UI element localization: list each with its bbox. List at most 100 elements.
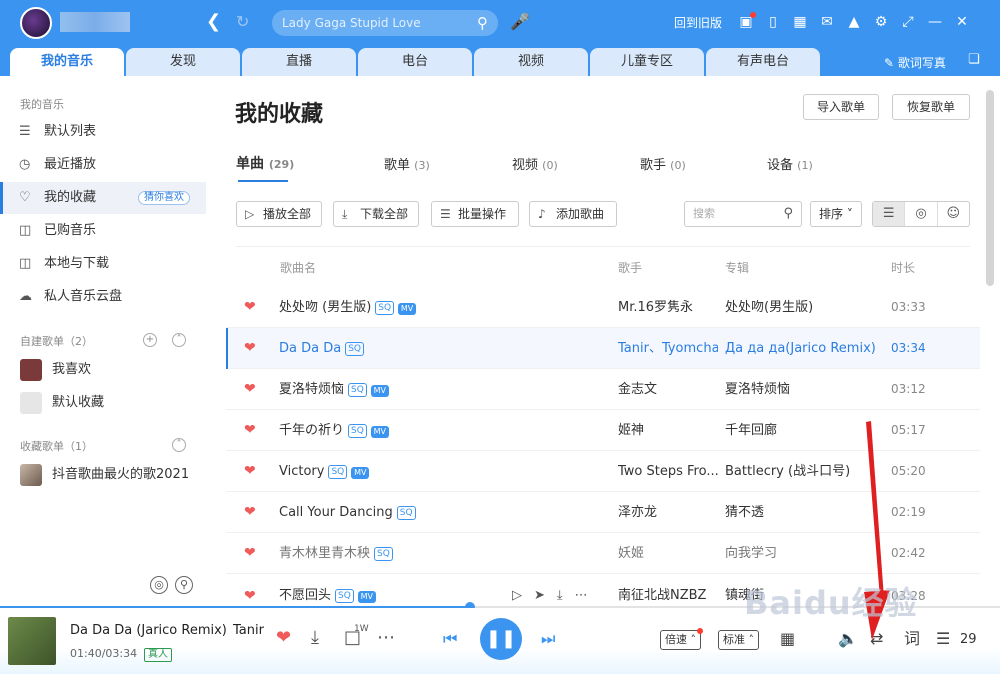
loop-icon[interactable]: ⇄ [870, 628, 883, 650]
mv-badge[interactable]: MV [370, 426, 389, 438]
column-song[interactable]: 歌曲名 [280, 259, 316, 276]
table-row-selected[interactable]: ❤ Da Da Da SQ Tanir、Tyomcha Да да да(Jari… [226, 328, 980, 369]
artist-view-icon[interactable]: ☺ [938, 202, 969, 226]
song-artist[interactable]: Mr.16罗隽永 [618, 287, 718, 328]
album-view-icon[interactable]: ◎ [905, 202, 938, 226]
song-title-cell[interactable]: 千年の祈り SQ MV [279, 410, 389, 451]
song-album[interactable]: 夏洛特烦恼 [725, 369, 875, 410]
close-icon[interactable]: ✕ [954, 12, 970, 32]
song-artist[interactable]: Two Steps Fro... [618, 451, 718, 492]
song-title-cell[interactable]: Da Da Da SQ [279, 328, 364, 369]
heart-icon[interactable]: ❤ [244, 492, 256, 533]
download-icon[interactable]: ⤓ [311, 626, 319, 650]
add-playlist-icon[interactable]: + [143, 333, 157, 347]
sidebar-item-cloud[interactable]: ☁ 私人音乐云盘 [0, 281, 206, 313]
tab-discover[interactable]: 发现 [126, 48, 240, 76]
search-box[interactable]: Lady Gaga Stupid Love ⚲ [272, 10, 498, 36]
song-album[interactable]: Да да да(Jarico Remix) [725, 328, 875, 369]
table-row[interactable]: ❤ 处处吻 (男生版) SQ MV Mr.16罗隽永 处处吻(男生版) 03:33 [226, 287, 980, 328]
collapse-icon[interactable]: ˄ [172, 333, 186, 347]
song-artist[interactable]: 泽亦龙 [618, 492, 718, 533]
sidebar-item-favorites[interactable]: ♡ 我的收藏 猜你喜欢 [0, 182, 206, 214]
tab-kids[interactable]: 儿童专区 [590, 48, 704, 76]
add-song-button[interactable]: ♪ 添加歌曲 [529, 201, 617, 227]
previous-icon[interactable]: ⏮ [443, 628, 457, 650]
search-input[interactable]: Lady Gaga Stupid Love [282, 16, 421, 30]
playlist-queue-icon[interactable]: ☰ [936, 628, 950, 650]
search-songs-icon[interactable]: ⚲ [175, 576, 193, 594]
skin-icon[interactable]: ▲ [846, 12, 862, 32]
scrollbar[interactable] [986, 90, 994, 286]
song-album[interactable]: 猜不透 [725, 492, 875, 533]
playlist-item-default-collect[interactable]: 默认收藏 [20, 390, 206, 416]
import-playlist-button[interactable]: 导入歌单 [803, 94, 879, 120]
heart-icon[interactable]: ❤ [244, 287, 256, 328]
column-artist[interactable]: 歌手 [618, 259, 642, 276]
tab-playlists[interactable]: 歌单 (3) [384, 154, 430, 173]
apps-icon[interactable]: ▦ [792, 12, 808, 32]
speed-button[interactable]: 倍速 ˄ [660, 628, 703, 650]
mini-mode-icon[interactable]: ⤢ [900, 12, 916, 32]
song-album[interactable]: 处处吻(男生版) [725, 287, 875, 328]
sidebar-item-local-download[interactable]: ◫ 本地与下载 [0, 248, 206, 280]
window-copy-icon[interactable]: ❏ [968, 52, 980, 67]
table-row[interactable]: ❤ 夏洛特烦恼 SQ MV 金志文 夏洛特烦恼 03:12 [226, 369, 980, 410]
mv-badge[interactable]: MV [351, 467, 370, 479]
sidebar-item-recent[interactable]: ◷ 最近播放 [0, 149, 206, 181]
song-title-cell[interactable]: Call Your Dancing SQ [279, 492, 416, 533]
tab-singers[interactable]: 歌手 (0) [640, 154, 686, 173]
song-artist[interactable]: Tanir、Tyomcha [618, 328, 718, 369]
guess-you-like-badge[interactable]: 猜你喜欢 [138, 191, 190, 205]
table-row[interactable]: ❤ Victory SQ MV Two Steps Fro... Battlecry… [226, 451, 980, 492]
lyrics-button[interactable]: 词 [904, 628, 920, 650]
sound-effect-icon[interactable]: ▦ [780, 628, 795, 650]
now-playing-title[interactable]: Da Da Da (Jarico Remix) [70, 623, 227, 638]
sidebar-item-purchased[interactable]: ◫ 已购音乐 [0, 215, 206, 247]
heart-icon[interactable]: ❤ [244, 369, 256, 410]
song-title-cell[interactable]: Victory SQ MV [279, 451, 370, 492]
song-album[interactable]: Battlecry (战斗口号) [725, 451, 875, 492]
download-all-button[interactable]: ⤓ 下载全部 [333, 201, 419, 227]
song-album[interactable]: 向我学习 [725, 533, 875, 574]
table-row[interactable]: ❤ 千年の祈り SQ MV 姬神 千年回廊 05:17 [226, 410, 980, 451]
lyrics-poster-button[interactable]: ✎ 歌词写真 [884, 54, 946, 71]
tab-singles[interactable]: 单曲 (29) [236, 153, 294, 173]
album-cover[interactable] [8, 617, 56, 665]
tab-my-music[interactable]: 我的音乐 [10, 48, 124, 76]
song-title-cell[interactable]: 处处吻 (男生版) SQ MV [279, 287, 417, 328]
tab-audiobook[interactable]: 有声电台 [706, 48, 820, 76]
tab-radio[interactable]: 电台 [358, 48, 472, 76]
more-icon[interactable]: ⋯ [377, 626, 395, 650]
tab-live[interactable]: 直播 [242, 48, 356, 76]
sidebar-item-default-list[interactable]: ☰ 默认列表 [0, 116, 206, 148]
tab-devices[interactable]: 设备 (1) [767, 154, 813, 173]
sort-dropdown[interactable]: 排序 ˅ [810, 201, 862, 227]
favorite-heart-icon[interactable]: ❤ [276, 626, 291, 650]
batch-operation-button[interactable]: ☰ 批量操作 [431, 201, 519, 227]
heart-icon[interactable]: ❤ [244, 451, 256, 492]
now-playing-artist[interactable]: Tanir [233, 623, 264, 638]
list-search-input[interactable]: 搜索 ⚲ [684, 201, 802, 227]
song-album[interactable]: 千年回廊 [725, 410, 875, 451]
minimize-icon[interactable]: — [927, 12, 943, 32]
search-icon[interactable]: ⚲ [477, 10, 488, 36]
song-artist[interactable]: 金志文 [618, 369, 718, 410]
locate-icon[interactable]: ◎ [150, 576, 168, 594]
heart-icon[interactable]: ❤ [244, 533, 256, 574]
old-version-link[interactable]: 回到旧版 [674, 14, 722, 31]
list-view-icon[interactable]: ☰ [873, 202, 906, 226]
user-avatar[interactable] [20, 7, 52, 39]
refresh-icon[interactable]: ↻ [236, 10, 249, 34]
restore-playlist-button[interactable]: 恢复歌单 [892, 94, 970, 120]
phone-icon[interactable]: ▯ [765, 12, 781, 32]
device-icon[interactable]: ▣ [738, 12, 756, 32]
heart-icon[interactable]: ❤ [244, 328, 256, 369]
mv-badge[interactable]: MV [357, 591, 376, 603]
pause-button[interactable]: ❚❚ [480, 618, 522, 660]
next-icon[interactable]: ⏭ [541, 628, 555, 650]
song-title-cell[interactable]: 夏洛特烦恼 SQ MV [279, 369, 389, 410]
song-title-cell[interactable]: 青木林里青木秧 SQ [279, 533, 393, 574]
mail-icon[interactable]: ✉ [819, 12, 835, 32]
song-artist[interactable]: 姬神 [618, 410, 718, 451]
collapse-icon[interactable]: ˄ [172, 438, 186, 452]
